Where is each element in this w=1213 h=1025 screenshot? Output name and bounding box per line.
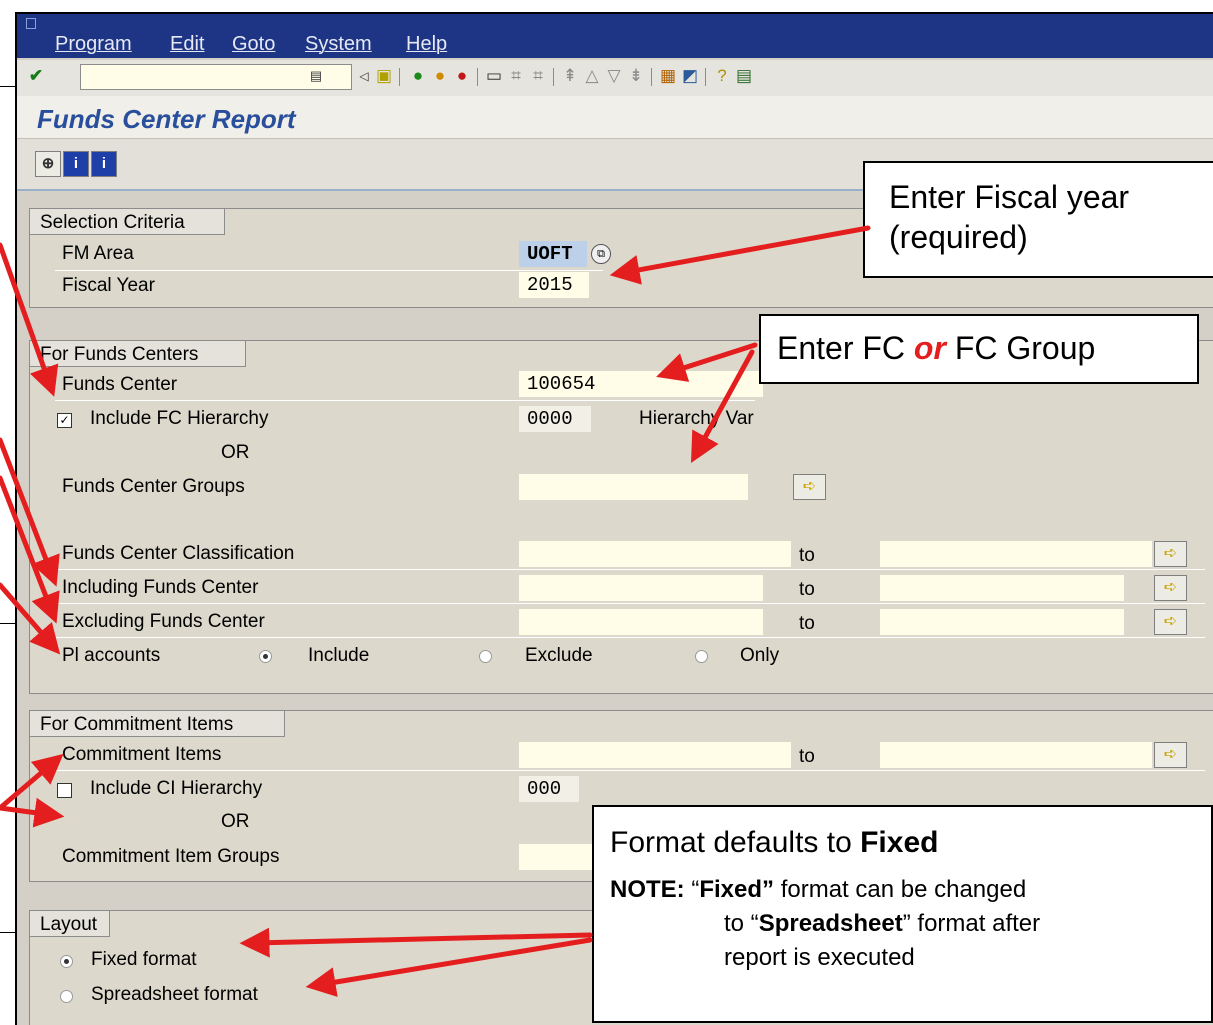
arrow-fiscal-year <box>609 225 871 285</box>
arrow-fixed-format <box>239 927 593 958</box>
arrow-left-ci-hierarchy <box>0 797 65 828</box>
arrow-spreadsheet-format <box>305 937 593 997</box>
arrow-left-ci <box>0 753 64 811</box>
annotation-arrows <box>0 225 871 997</box>
arrow-left-funds-center <box>0 242 59 397</box>
arrow-left-including <box>0 437 60 587</box>
arrow-fc-groups <box>690 349 755 463</box>
